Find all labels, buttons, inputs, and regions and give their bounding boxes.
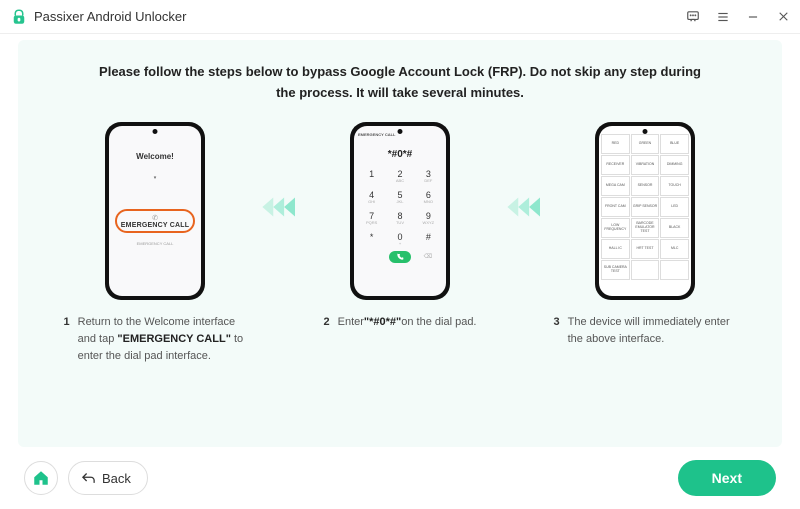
arrow-icon [261,192,295,227]
phone1-emergency-label: EMERGENCY CALL [121,222,189,229]
step-2-caption: 2 Enter"*#0*#"on the dial pad. [317,314,482,331]
phone1-sub-label: EMERGENCY CALL [137,241,174,246]
step-number: 2 [323,314,329,331]
minimize-icon[interactable] [746,10,760,24]
phone1-welcome-text: Welcome! [136,152,174,161]
step-2: EMERGENCY CALL *#0*# 1 2ABC 3DEF 4GHI 5J… [303,122,498,331]
phone-mockup-1: Welcome! ▾ ✆ EMERGENCY CALL EMERGENCY CA… [105,122,205,300]
footer-bar: Back Next [0,447,800,509]
feedback-icon[interactable] [686,10,700,24]
phone2-keypad: 1 2ABC 3DEF 4GHI 5JKL 6MNO 7PQRS 8TUV 9W… [358,166,442,249]
back-button-label: Back [102,471,131,486]
phone1-emergency-call-highlight: ✆ EMERGENCY CALL [115,209,195,233]
step-number: 3 [554,314,560,348]
step-2-text: Enter"*#0*#"on the dial pad. [338,314,477,331]
home-button[interactable] [24,461,58,495]
step-3: REDGREENBLUE RECEIVERVIBRATIONDIMMING ME… [548,122,743,348]
step-1: Welcome! ▾ ✆ EMERGENCY CALL EMERGENCY CA… [58,122,253,365]
phone-icon: ✆ [152,215,158,222]
phone3-test-grid: REDGREENBLUE RECEIVERVIBRATIONDIMMING ME… [599,126,691,296]
phone-mockup-2: EMERGENCY CALL *#0*# 1 2ABC 3DEF 4GHI 5J… [350,122,450,300]
content-panel: Please follow the steps below to bypass … [18,40,782,447]
step-number: 1 [64,314,70,365]
phone1-lang-selector: ▾ [154,175,157,181]
back-arrow-icon [81,471,96,486]
window-controls [686,10,790,24]
next-button-label: Next [712,470,742,486]
app-title: Passixer Android Unlocker [34,9,186,24]
step-1-caption: 1 Return to the Welcome interface and ta… [58,314,253,365]
home-icon [32,469,50,487]
step-1-text: Return to the Welcome interface and tap … [78,314,247,365]
app-lock-icon [10,8,28,26]
instruction-heading: Please follow the steps below to bypass … [90,62,710,104]
backspace-icon: ⌫ [424,253,436,260]
menu-icon[interactable] [716,10,730,24]
step-3-caption: 3 The device will immediately enter the … [548,314,743,348]
step-3-text: The device will immediately enter the ab… [568,314,737,348]
phone2-dial-display: *#0*# [358,149,442,160]
titlebar: Passixer Android Unlocker [0,0,800,34]
phone-mockup-3: REDGREENBLUE RECEIVERVIBRATIONDIMMING ME… [595,122,695,300]
steps-row: Welcome! ▾ ✆ EMERGENCY CALL EMERGENCY CA… [38,122,762,365]
phone2-call-button [389,251,411,263]
next-button[interactable]: Next [678,460,776,496]
app-logo: Passixer Android Unlocker [10,8,186,26]
back-button[interactable]: Back [68,461,148,495]
close-icon[interactable] [776,10,790,24]
arrow-icon [506,192,540,227]
